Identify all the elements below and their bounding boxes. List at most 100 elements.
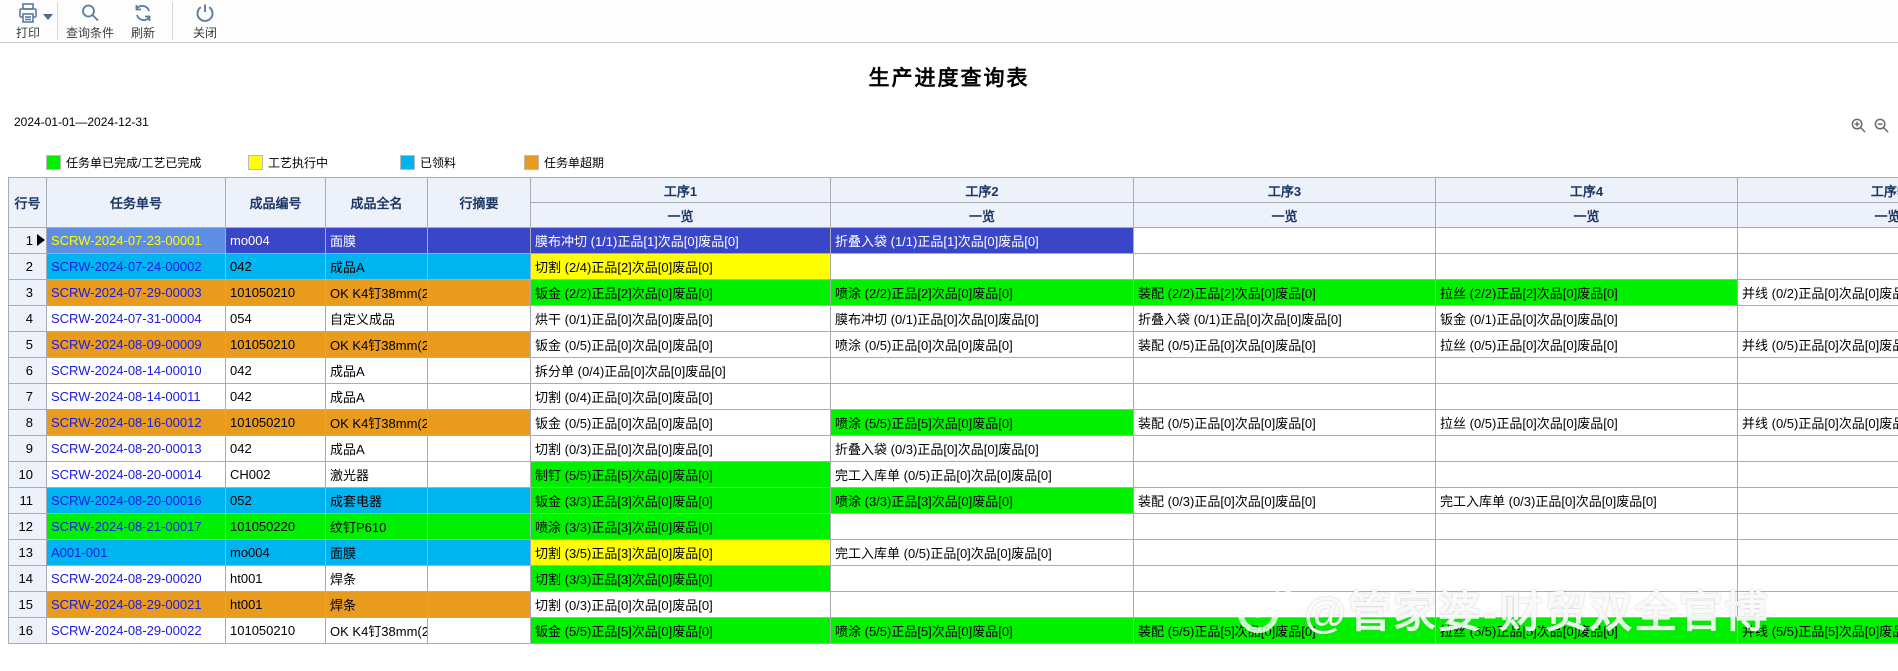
op3-cell[interactable] xyxy=(1134,436,1436,462)
op2-cell[interactable]: 喷涂 (5/5)正品[5]次品[0]废品[0] xyxy=(831,410,1134,436)
product-name-cell[interactable]: 面膜 xyxy=(326,540,428,566)
op1-cell[interactable]: 喷涂 (3/3)正品[3]次品[0]废品[0] xyxy=(531,514,831,540)
table-row[interactable]: 14SCRW-2024-08-29-00020ht001焊条切割 (3/3)正品… xyxy=(9,566,1898,592)
product-name-cell[interactable]: OK K4钉38mm(2000 xyxy=(326,280,428,306)
product-name-cell[interactable]: 面膜 xyxy=(326,228,428,254)
op4-cell[interactable]: 拉丝 (2/2)正品[2]次品[0]废品[0] xyxy=(1436,280,1738,306)
op5-cell[interactable] xyxy=(1738,566,1898,592)
op4-cell[interactable]: 拉丝 (0/5)正品[0]次品[0]废品[0] xyxy=(1436,410,1738,436)
row-summary-cell[interactable] xyxy=(428,462,531,488)
op4-cell[interactable] xyxy=(1436,514,1738,540)
zoom-out-icon[interactable] xyxy=(1873,117,1890,137)
op3-cell[interactable] xyxy=(1134,228,1436,254)
op3-cell[interactable] xyxy=(1134,514,1436,540)
op-subheader-3[interactable]: 一览 xyxy=(1134,203,1436,228)
op2-cell[interactable]: 喷涂 (5/5)正品[5]次品[0]废品[0] xyxy=(831,618,1134,644)
op5-cell[interactable] xyxy=(1738,488,1898,514)
op2-cell[interactable] xyxy=(831,384,1134,410)
op-column-header-1[interactable]: 工序1 xyxy=(531,178,831,203)
op4-cell[interactable] xyxy=(1436,462,1738,488)
column-header-2[interactable]: 成品编号 xyxy=(226,178,326,228)
task-order-cell[interactable]: SCRW-2024-08-14-00011 xyxy=(47,384,226,410)
op4-cell[interactable]: 拉丝 (5/5)正品[5]次品[0]废品[0] xyxy=(1436,618,1738,644)
row-summary-cell[interactable] xyxy=(428,592,531,618)
column-header-0[interactable]: 行号 xyxy=(9,178,47,228)
table-row[interactable]: 4SCRW-2024-07-31-00004054自定义成品烘干 (0/1)正品… xyxy=(9,306,1898,332)
op1-cell[interactable]: 钣金 (2/2)正品[2]次品[0]废品[0] xyxy=(531,280,831,306)
row-summary-cell[interactable] xyxy=(428,540,531,566)
op-subheader-5[interactable]: 一览 xyxy=(1738,203,1898,228)
table-row[interactable]: 10SCRW-2024-08-20-00014CH002激光器制钉 (5/5)正… xyxy=(9,462,1898,488)
op2-cell[interactable]: 喷涂 (3/3)正品[3]次品[0]废品[0] xyxy=(831,488,1134,514)
op3-cell[interactable]: 装配 (0/5)正品[0]次品[0]废品[0] xyxy=(1134,332,1436,358)
op4-cell[interactable] xyxy=(1436,358,1738,384)
product-code-cell[interactable]: CH002 xyxy=(226,462,326,488)
op-column-header-2[interactable]: 工序2 xyxy=(831,178,1134,203)
table-row[interactable]: 8SCRW-2024-08-16-00012101050210OK K4钉38m… xyxy=(9,410,1898,436)
product-code-cell[interactable]: 052 xyxy=(226,488,326,514)
print-dropdown-caret[interactable] xyxy=(43,14,53,20)
op2-cell[interactable]: 喷涂 (0/5)正品[0]次品[0]废品[0] xyxy=(831,332,1134,358)
row-summary-cell[interactable] xyxy=(428,254,531,280)
product-code-cell[interactable]: 042 xyxy=(226,384,326,410)
product-code-cell[interactable]: ht001 xyxy=(226,566,326,592)
product-name-cell[interactable]: 成品A xyxy=(326,384,428,410)
op3-cell[interactable] xyxy=(1134,254,1436,280)
row-summary-cell[interactable] xyxy=(428,514,531,540)
row-summary-cell[interactable] xyxy=(428,436,531,462)
table-row[interactable]: 5SCRW-2024-08-09-00009101050210OK K4钉38m… xyxy=(9,332,1898,358)
product-code-cell[interactable]: mo004 xyxy=(226,540,326,566)
op2-cell[interactable]: 膜布冲切 (0/1)正品[0]次品[0]废品[0] xyxy=(831,306,1134,332)
op5-cell[interactable] xyxy=(1738,592,1898,618)
op5-cell[interactable]: 并线 (0/2)正品[0]次品[0]废品[0] xyxy=(1738,280,1898,306)
task-order-cell[interactable]: SCRW-2024-08-20-00013 xyxy=(47,436,226,462)
op3-cell[interactable] xyxy=(1134,462,1436,488)
table-row[interactable]: 9SCRW-2024-08-20-00013042成品A切割 (0/3)正品[0… xyxy=(9,436,1898,462)
row-summary-cell[interactable] xyxy=(428,332,531,358)
row-summary-cell[interactable] xyxy=(428,566,531,592)
product-name-cell[interactable]: 成品A xyxy=(326,358,428,384)
op2-cell[interactable] xyxy=(831,358,1134,384)
op2-cell[interactable]: 完工入库单 (0/5)正品[0]次品[0]废品[0] xyxy=(831,540,1134,566)
product-code-cell[interactable]: mo004 xyxy=(226,228,326,254)
product-code-cell[interactable]: 042 xyxy=(226,358,326,384)
op-column-header-3[interactable]: 工序3 xyxy=(1134,178,1436,203)
row-summary-cell[interactable] xyxy=(428,280,531,306)
op1-cell[interactable]: 切割 (3/5)正品[3]次品[0]废品[0] xyxy=(531,540,831,566)
op3-cell[interactable] xyxy=(1134,384,1436,410)
product-name-cell[interactable]: 成套电器 xyxy=(326,488,428,514)
table-row[interactable]: 2SCRW-2024-07-24-00002042成品A切割 (2/4)正品[2… xyxy=(9,254,1898,280)
op4-cell[interactable] xyxy=(1436,228,1738,254)
task-order-cell[interactable]: SCRW-2024-08-29-00021 xyxy=(47,592,226,618)
task-order-cell[interactable]: SCRW-2024-08-20-00014 xyxy=(47,462,226,488)
product-code-cell[interactable]: 101050210 xyxy=(226,618,326,644)
table-row[interactable]: 6SCRW-2024-08-14-00010042成品A拆分单 (0/4)正品[… xyxy=(9,358,1898,384)
product-code-cell[interactable]: ht001 xyxy=(226,592,326,618)
op5-cell[interactable] xyxy=(1738,540,1898,566)
task-order-cell[interactable]: A001-001 xyxy=(47,540,226,566)
task-order-cell[interactable]: SCRW-2024-07-29-00003 xyxy=(47,280,226,306)
op3-cell[interactable] xyxy=(1134,540,1436,566)
product-code-cell[interactable]: 042 xyxy=(226,254,326,280)
op1-cell[interactable]: 切割 (0/3)正品[0]次品[0]废品[0] xyxy=(531,592,831,618)
product-name-cell[interactable]: 纹钉P610 xyxy=(326,514,428,540)
query-conditions-button[interactable]: 查询条件 xyxy=(63,2,117,41)
task-order-cell[interactable]: SCRW-2024-08-09-00009 xyxy=(47,332,226,358)
op2-cell[interactable]: 喷涂 (2/2)正品[2]次品[0]废品[0] xyxy=(831,280,1134,306)
op4-cell[interactable] xyxy=(1436,436,1738,462)
table-row[interactable]: 3SCRW-2024-07-29-00003101050210OK K4钉38m… xyxy=(9,280,1898,306)
op2-cell[interactable]: 完工入库单 (0/5)正品[0]次品[0]废品[0] xyxy=(831,462,1134,488)
op5-cell[interactable] xyxy=(1738,358,1898,384)
table-row[interactable]: 16SCRW-2024-08-29-00022101050210OK K4钉38… xyxy=(9,618,1898,644)
op2-cell[interactable] xyxy=(831,514,1134,540)
product-name-cell[interactable]: 成品A xyxy=(326,436,428,462)
op2-cell[interactable]: 折叠入袋 (0/3)正品[0]次品[0]废品[0] xyxy=(831,436,1134,462)
close-button[interactable]: 关闭 xyxy=(186,2,224,41)
table-row[interactable]: 7SCRW-2024-08-14-00011042成品A切割 (0/4)正品[0… xyxy=(9,384,1898,410)
task-order-cell[interactable]: SCRW-2024-08-20-00016 xyxy=(47,488,226,514)
op3-cell[interactable]: 装配 (5/5)正品[5]次品[0]废品[0] xyxy=(1134,618,1436,644)
product-code-cell[interactable]: 101050210 xyxy=(226,410,326,436)
op1-cell[interactable]: 钣金 (3/3)正品[3]次品[0]废品[0] xyxy=(531,488,831,514)
op-column-header-4[interactable]: 工序4 xyxy=(1436,178,1738,203)
op-column-header-5[interactable]: 工序5 xyxy=(1738,178,1898,203)
